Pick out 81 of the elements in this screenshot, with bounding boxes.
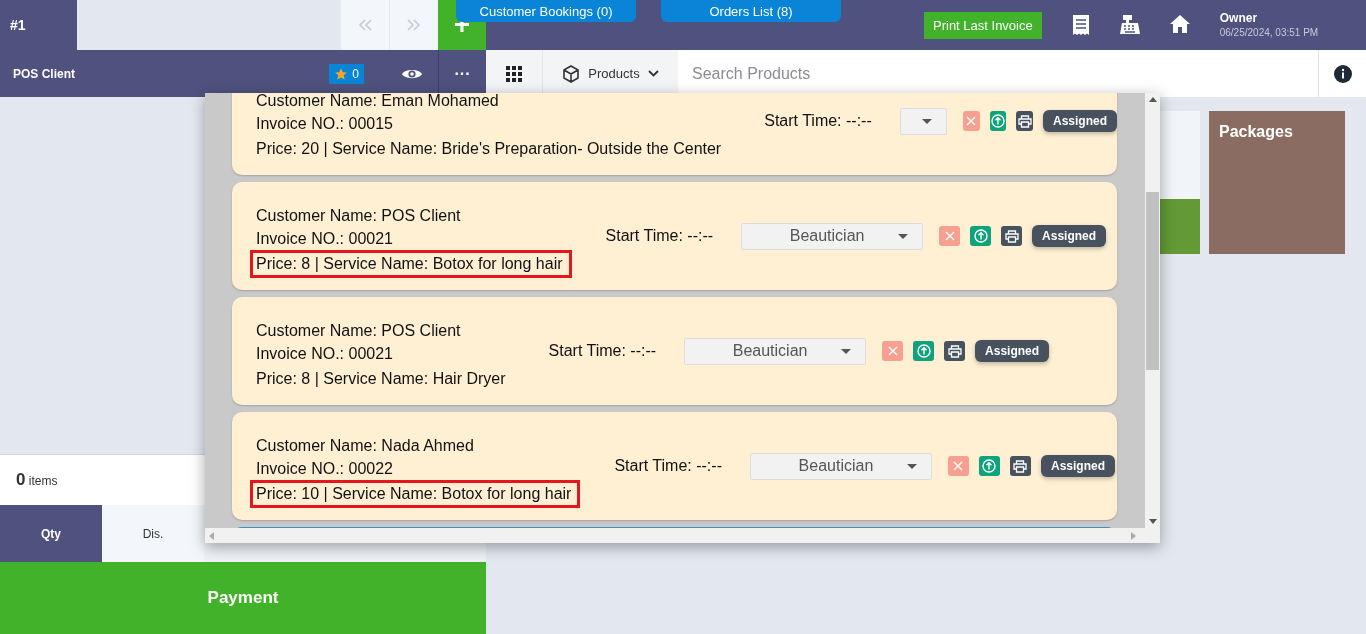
customer-name: Customer Name: POS Client xyxy=(256,322,462,340)
upload-button[interactable] xyxy=(970,226,992,246)
scroll-right-icon xyxy=(1131,531,1136,540)
invoice-number: Invoice NO.: 00021 xyxy=(256,230,394,248)
vertical-scrollbar[interactable] xyxy=(1145,93,1160,528)
tab-number[interactable]: #1 xyxy=(0,0,77,50)
arrow-up-circle-icon xyxy=(982,459,997,473)
cancel-button[interactable] xyxy=(882,341,904,361)
print-button[interactable] xyxy=(1016,111,1033,131)
arrow-up-circle-icon xyxy=(991,114,1006,128)
printer-icon xyxy=(1013,459,1028,473)
info-icon xyxy=(1333,64,1352,83)
invoice-number: Invoice NO.: 00015 xyxy=(256,115,394,133)
print-button[interactable] xyxy=(944,341,966,361)
print-button[interactable] xyxy=(1001,226,1023,246)
invoice-number: Invoice NO.: 00022 xyxy=(256,460,394,478)
status-badge: Assigned xyxy=(975,340,1050,362)
customer-name: Customer Name: Nada Ahmed xyxy=(256,437,475,455)
arrow-up-circle-icon xyxy=(916,344,931,358)
start-time: Start Time: --:-- xyxy=(614,457,722,475)
double-right-icon xyxy=(407,19,421,31)
client-name: POS Client xyxy=(12,66,76,81)
start-time: Start Time: --:-- xyxy=(605,227,714,245)
print-button[interactable] xyxy=(1009,456,1031,476)
caret-icon xyxy=(922,118,933,124)
printer-icon xyxy=(947,344,962,358)
upload-button[interactable] xyxy=(913,341,935,361)
search-field[interactable]: Search Products xyxy=(678,50,1318,97)
column-tab[interactable]: Qty xyxy=(0,505,102,563)
orders-tab[interactable]: Orders List (8) xyxy=(661,0,841,22)
receipt-icon[interactable] xyxy=(1071,15,1090,35)
invoice-number: Invoice NO.: 00021 xyxy=(256,345,394,363)
price-service: Price: 8 | Service Name: Hair Dryer xyxy=(255,369,507,389)
price-service: Price: 20 | Service Name: Bride's Preparation- Outside the Center xyxy=(255,139,723,159)
caret-icon xyxy=(906,463,917,469)
scroll-left-icon xyxy=(209,531,214,540)
price-service: Price: 10 | Service Name: Botox for long hair xyxy=(250,480,581,508)
favorites-badge[interactable]: 0 xyxy=(329,63,364,84)
scroll-down-icon xyxy=(1148,519,1157,524)
caret-icon xyxy=(898,233,909,239)
caret-icon xyxy=(841,348,852,354)
close-icon xyxy=(887,346,898,356)
start-time: Start Time: --:-- xyxy=(764,112,872,130)
category-tile[interactable]: Packages xyxy=(1209,111,1345,254)
staff-dropdown[interactable]: Beautician xyxy=(749,452,932,480)
horizontal-scrollbar[interactable] xyxy=(205,528,1160,543)
printer-icon xyxy=(1004,229,1019,243)
arrow-up-circle-icon xyxy=(973,229,988,243)
star-icon xyxy=(334,66,349,81)
user-name: Owner xyxy=(1219,11,1259,25)
status-badge: Assigned xyxy=(1043,110,1117,132)
start-time: Start Time: --:-- xyxy=(548,342,657,360)
close-icon xyxy=(966,116,977,126)
close-icon xyxy=(944,231,955,241)
double-left-icon xyxy=(358,19,372,31)
bookings-tab[interactable]: Customer Bookings (0) xyxy=(456,0,636,22)
category-tile[interactable] xyxy=(1159,111,1200,199)
chevron-down-icon xyxy=(647,70,659,77)
cash-register-icon[interactable] xyxy=(1119,15,1140,35)
close-icon xyxy=(953,461,964,471)
printer-icon xyxy=(1017,114,1032,128)
cancel-button[interactable] xyxy=(963,111,980,131)
date-time: 06/25/2024, 03:51 PM xyxy=(1219,27,1319,38)
category-tile[interactable] xyxy=(1159,199,1200,254)
customer-name: Customer Name: POS Client xyxy=(256,207,462,225)
cancel-button[interactable] xyxy=(947,456,969,476)
staff-dropdown[interactable]: Beautician xyxy=(741,222,924,250)
box-icon xyxy=(562,64,581,83)
grid-icon xyxy=(506,65,522,82)
status-badge: Assigned xyxy=(1032,225,1107,247)
upload-button[interactable] xyxy=(978,456,1000,476)
upload-button[interactable] xyxy=(989,111,1007,131)
home-icon[interactable] xyxy=(1169,15,1190,33)
price-service: Price: 8 | Service Name: Botox for long hair xyxy=(250,250,572,278)
staff-dropdown[interactable]: Beautician xyxy=(684,337,867,365)
info-button[interactable] xyxy=(1318,50,1366,97)
cancel-button[interactable] xyxy=(939,226,961,246)
items-count: 0 items xyxy=(16,470,58,491)
column-tab[interactable]: Dis. xyxy=(102,505,204,563)
staff-dropdown[interactable] xyxy=(899,107,948,135)
status-badge: Assigned xyxy=(1040,455,1115,477)
